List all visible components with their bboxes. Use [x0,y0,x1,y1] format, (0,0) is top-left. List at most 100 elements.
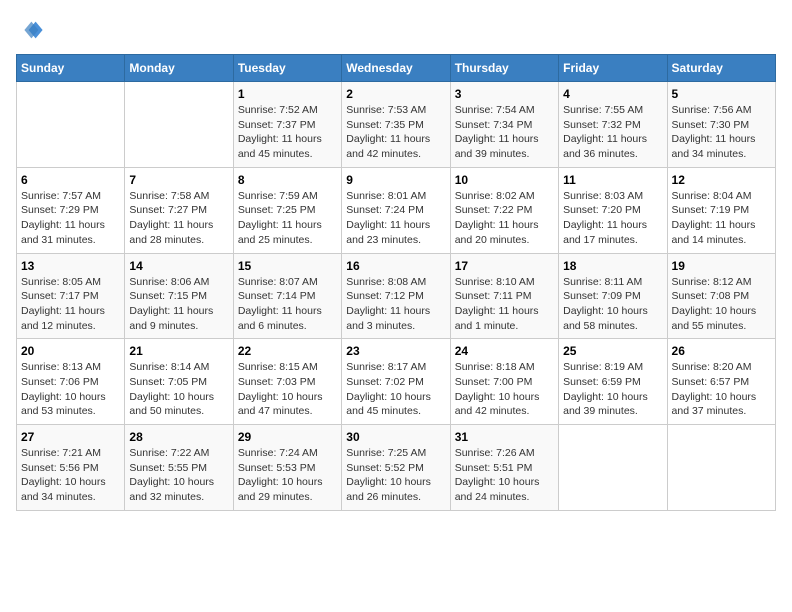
day-number: 11 [563,173,662,187]
day-number: 27 [21,430,120,444]
day-detail: Sunrise: 8:19 AM Sunset: 6:59 PM Dayligh… [563,361,648,417]
day-detail: Sunrise: 7:26 AM Sunset: 5:51 PM Dayligh… [455,447,540,503]
calendar-cell [17,82,125,168]
day-number: 18 [563,259,662,273]
calendar-table: SundayMondayTuesdayWednesdayThursdayFrid… [16,54,776,511]
calendar-cell [559,425,667,511]
calendar-cell: 27 Sunrise: 7:21 AM Sunset: 5:56 PM Dayli… [17,425,125,511]
day-number: 5 [672,87,771,101]
calendar-cell: 28 Sunrise: 7:22 AM Sunset: 5:55 PM Dayli… [125,425,233,511]
day-detail: Sunrise: 8:11 AM Sunset: 7:09 PM Dayligh… [563,276,648,332]
calendar-week-5: 27 Sunrise: 7:21 AM Sunset: 5:56 PM Dayli… [17,425,776,511]
day-detail: Sunrise: 7:56 AM Sunset: 7:30 PM Dayligh… [672,104,756,160]
calendar-cell: 3 Sunrise: 7:54 AM Sunset: 7:34 PM Daylig… [450,82,558,168]
day-detail: Sunrise: 7:55 AM Sunset: 7:32 PM Dayligh… [563,104,647,160]
day-detail: Sunrise: 7:25 AM Sunset: 5:52 PM Dayligh… [346,447,431,503]
day-number: 30 [346,430,445,444]
calendar-cell: 4 Sunrise: 7:55 AM Sunset: 7:32 PM Daylig… [559,82,667,168]
day-detail: Sunrise: 8:04 AM Sunset: 7:19 PM Dayligh… [672,190,756,246]
calendar-cell: 23Sunrise: 8:17 AM Sunset: 7:02 PM Dayli… [342,339,450,425]
calendar-body: 1 Sunrise: 7:52 AM Sunset: 7:37 PM Daylig… [17,82,776,511]
day-number: 4 [563,87,662,101]
calendar-cell: 7Sunrise: 7:58 AM Sunset: 7:27 PM Daylig… [125,167,233,253]
day-number: 31 [455,430,554,444]
calendar-cell: 5 Sunrise: 7:56 AM Sunset: 7:30 PM Daylig… [667,82,775,168]
day-detail: Sunrise: 8:12 AM Sunset: 7:08 PM Dayligh… [672,276,757,332]
calendar-cell: 24Sunrise: 8:18 AM Sunset: 7:00 PM Dayli… [450,339,558,425]
day-detail: Sunrise: 7:22 AM Sunset: 5:55 PM Dayligh… [129,447,214,503]
calendar-cell: 9Sunrise: 8:01 AM Sunset: 7:24 PM Daylig… [342,167,450,253]
logo-icon [16,16,44,44]
calendar-cell: 20Sunrise: 8:13 AM Sunset: 7:06 PM Dayli… [17,339,125,425]
calendar-cell: 11 Sunrise: 8:03 AM Sunset: 7:20 PM Dayli… [559,167,667,253]
day-detail: Sunrise: 8:02 AM Sunset: 7:22 PM Dayligh… [455,190,539,246]
calendar-cell: 21 Sunrise: 8:14 AM Sunset: 7:05 PM Dayli… [125,339,233,425]
day-detail: Sunrise: 8:07 AM Sunset: 7:14 PM Dayligh… [238,276,322,332]
day-number: 17 [455,259,554,273]
day-number: 8 [238,173,337,187]
calendar-cell: 30 Sunrise: 7:25 AM Sunset: 5:52 PM Dayli… [342,425,450,511]
calendar-cell: 19 Sunrise: 8:12 AM Sunset: 7:08 PM Dayli… [667,253,775,339]
calendar-header-thursday: Thursday [450,55,558,82]
calendar-header-monday: Monday [125,55,233,82]
day-number: 25 [563,344,662,358]
calendar-header-wednesday: Wednesday [342,55,450,82]
calendar-cell: 12 Sunrise: 8:04 AM Sunset: 7:19 PM Dayli… [667,167,775,253]
day-number: 20 [21,344,120,358]
calendar-cell: 13Sunrise: 8:05 AM Sunset: 7:17 PM Dayli… [17,253,125,339]
day-detail: Sunrise: 8:18 AM Sunset: 7:00 PM Dayligh… [455,361,540,417]
day-number: 2 [346,87,445,101]
calendar-week-2: 6 Sunrise: 7:57 AM Sunset: 7:29 PM Daylig… [17,167,776,253]
calendar-cell: 6 Sunrise: 7:57 AM Sunset: 7:29 PM Daylig… [17,167,125,253]
calendar-cell: 26Sunrise: 8:20 AM Sunset: 6:57 PM Dayli… [667,339,775,425]
calendar-week-4: 20Sunrise: 8:13 AM Sunset: 7:06 PM Dayli… [17,339,776,425]
logo [16,16,48,44]
day-detail: Sunrise: 8:05 AM Sunset: 7:17 PM Dayligh… [21,276,105,332]
day-number: 3 [455,87,554,101]
day-number: 12 [672,173,771,187]
calendar-header-tuesday: Tuesday [233,55,341,82]
calendar-cell [667,425,775,511]
day-detail: Sunrise: 7:21 AM Sunset: 5:56 PM Dayligh… [21,447,106,503]
calendar-cell: 14 Sunrise: 8:06 AM Sunset: 7:15 PM Dayli… [125,253,233,339]
day-detail: Sunrise: 8:03 AM Sunset: 7:20 PM Dayligh… [563,190,647,246]
calendar-cell: 25 Sunrise: 8:19 AM Sunset: 6:59 PM Dayli… [559,339,667,425]
day-number: 15 [238,259,337,273]
day-number: 1 [238,87,337,101]
day-detail: Sunrise: 7:52 AM Sunset: 7:37 PM Dayligh… [238,104,322,160]
day-detail: Sunrise: 7:59 AM Sunset: 7:25 PM Dayligh… [238,190,322,246]
calendar-header-sunday: Sunday [17,55,125,82]
calendar-cell: 31 Sunrise: 7:26 AM Sunset: 5:51 PM Dayli… [450,425,558,511]
calendar-cell: 29Sunrise: 7:24 AM Sunset: 5:53 PM Dayli… [233,425,341,511]
day-detail: Sunrise: 8:06 AM Sunset: 7:15 PM Dayligh… [129,276,213,332]
calendar-header-row: SundayMondayTuesdayWednesdayThursdayFrid… [17,55,776,82]
calendar-header-friday: Friday [559,55,667,82]
calendar-header-saturday: Saturday [667,55,775,82]
day-number: 23 [346,344,445,358]
day-detail: Sunrise: 8:08 AM Sunset: 7:12 PM Dayligh… [346,276,430,332]
day-number: 21 [129,344,228,358]
day-detail: Sunrise: 8:10 AM Sunset: 7:11 PM Dayligh… [455,276,539,332]
calendar-week-3: 13Sunrise: 8:05 AM Sunset: 7:17 PM Dayli… [17,253,776,339]
day-number: 26 [672,344,771,358]
day-detail: Sunrise: 8:15 AM Sunset: 7:03 PM Dayligh… [238,361,323,417]
calendar-cell: 16 Sunrise: 8:08 AM Sunset: 7:12 PM Dayli… [342,253,450,339]
day-number: 16 [346,259,445,273]
calendar-week-1: 1 Sunrise: 7:52 AM Sunset: 7:37 PM Daylig… [17,82,776,168]
day-detail: Sunrise: 7:58 AM Sunset: 7:27 PM Dayligh… [129,190,213,246]
calendar-cell: 17 Sunrise: 8:10 AM Sunset: 7:11 PM Dayli… [450,253,558,339]
calendar-cell: 10 Sunrise: 8:02 AM Sunset: 7:22 PM Dayli… [450,167,558,253]
day-detail: Sunrise: 8:14 AM Sunset: 7:05 PM Dayligh… [129,361,214,417]
day-detail: Sunrise: 7:57 AM Sunset: 7:29 PM Dayligh… [21,190,105,246]
day-detail: Sunrise: 8:01 AM Sunset: 7:24 PM Dayligh… [346,190,430,246]
day-number: 14 [129,259,228,273]
calendar-cell: 15 Sunrise: 8:07 AM Sunset: 7:14 PM Dayli… [233,253,341,339]
day-number: 28 [129,430,228,444]
calendar-cell: 1 Sunrise: 7:52 AM Sunset: 7:37 PM Daylig… [233,82,341,168]
day-number: 10 [455,173,554,187]
calendar-cell: 2Sunrise: 7:53 AM Sunset: 7:35 PM Daylig… [342,82,450,168]
day-detail: Sunrise: 7:54 AM Sunset: 7:34 PM Dayligh… [455,104,539,160]
day-detail: Sunrise: 7:24 AM Sunset: 5:53 PM Dayligh… [238,447,323,503]
day-number: 6 [21,173,120,187]
day-number: 19 [672,259,771,273]
